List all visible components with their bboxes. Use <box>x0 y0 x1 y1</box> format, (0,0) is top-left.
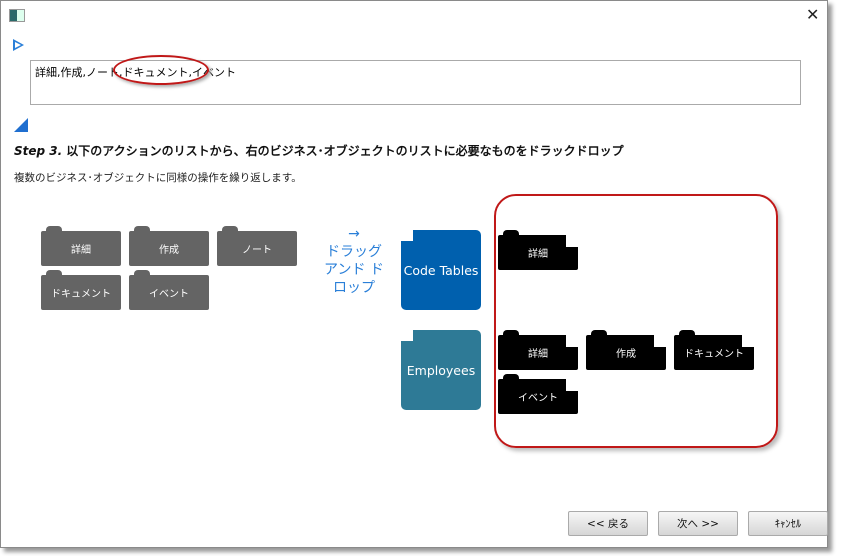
action-label: イベント <box>518 393 558 404</box>
action-label: 詳細 <box>528 249 548 260</box>
action-create[interactable]: 作成 <box>129 226 209 266</box>
assigned-action[interactable]: 作成 <box>586 330 666 370</box>
assigned-action[interactable]: ドキュメント <box>674 330 754 370</box>
step-heading: Step 3. 以下のアクションのリストから、右のビジネス･オブジェクトのリストに… <box>14 142 624 159</box>
action-label: 詳細 <box>71 245 91 256</box>
drag-drop-hint: → ドラッグ アンド ドロップ <box>319 225 389 297</box>
app-icon <box>9 9 25 22</box>
next-button[interactable]: 次へ >> <box>658 511 738 536</box>
action-label: 作成 <box>616 349 636 360</box>
action-label: 作成 <box>159 245 179 256</box>
highlight-annotation <box>113 55 209 85</box>
wizard-window: ✕ 詳細,作成,ノート,ドキュメント,イベント Step 3. 以下のアクションの… <box>0 0 828 548</box>
action-label: ドキュメント <box>51 289 111 300</box>
expand-triangle-icon[interactable] <box>13 39 24 51</box>
object-label: Employees <box>406 362 476 378</box>
action-label: ドキュメント <box>684 349 744 360</box>
action-label: イベント <box>149 289 189 300</box>
close-button[interactable]: ✕ <box>806 5 819 24</box>
assigned-action[interactable]: 詳細 <box>498 330 578 370</box>
arrow-right-icon: → <box>348 226 360 242</box>
action-document[interactable]: ドキュメント <box>41 270 121 310</box>
back-button[interactable]: << 戻る <box>568 511 648 536</box>
step-label: Step 3. <box>14 144 63 158</box>
object-label: Code Tables <box>403 262 479 278</box>
step-text: 以下のアクションのリストから、右のビジネス･オブジェクトのリストに必要なものをド… <box>66 144 624 158</box>
assigned-action[interactable]: 詳細 <box>498 230 578 270</box>
drag-drop-text: ドラッグ アンド ドロップ <box>324 244 384 296</box>
action-note[interactable]: ノート <box>217 226 297 266</box>
business-object-code-tables[interactable]: Code Tables <box>401 230 481 310</box>
cancel-button[interactable]: ｷｬﾝｾﾙ <box>748 511 828 536</box>
action-label: ノート <box>242 245 272 256</box>
step-subtitle: 複数のビジネス･オブジェクトに同様の操作を繰り返します。 <box>14 172 302 184</box>
action-event[interactable]: イベント <box>129 270 209 310</box>
action-detail[interactable]: 詳細 <box>41 226 121 266</box>
collapse-corner-icon[interactable] <box>14 118 28 132</box>
assigned-action[interactable]: イベント <box>498 374 578 414</box>
action-label: 詳細 <box>528 349 548 360</box>
business-object-employees[interactable]: Employees <box>401 330 481 410</box>
